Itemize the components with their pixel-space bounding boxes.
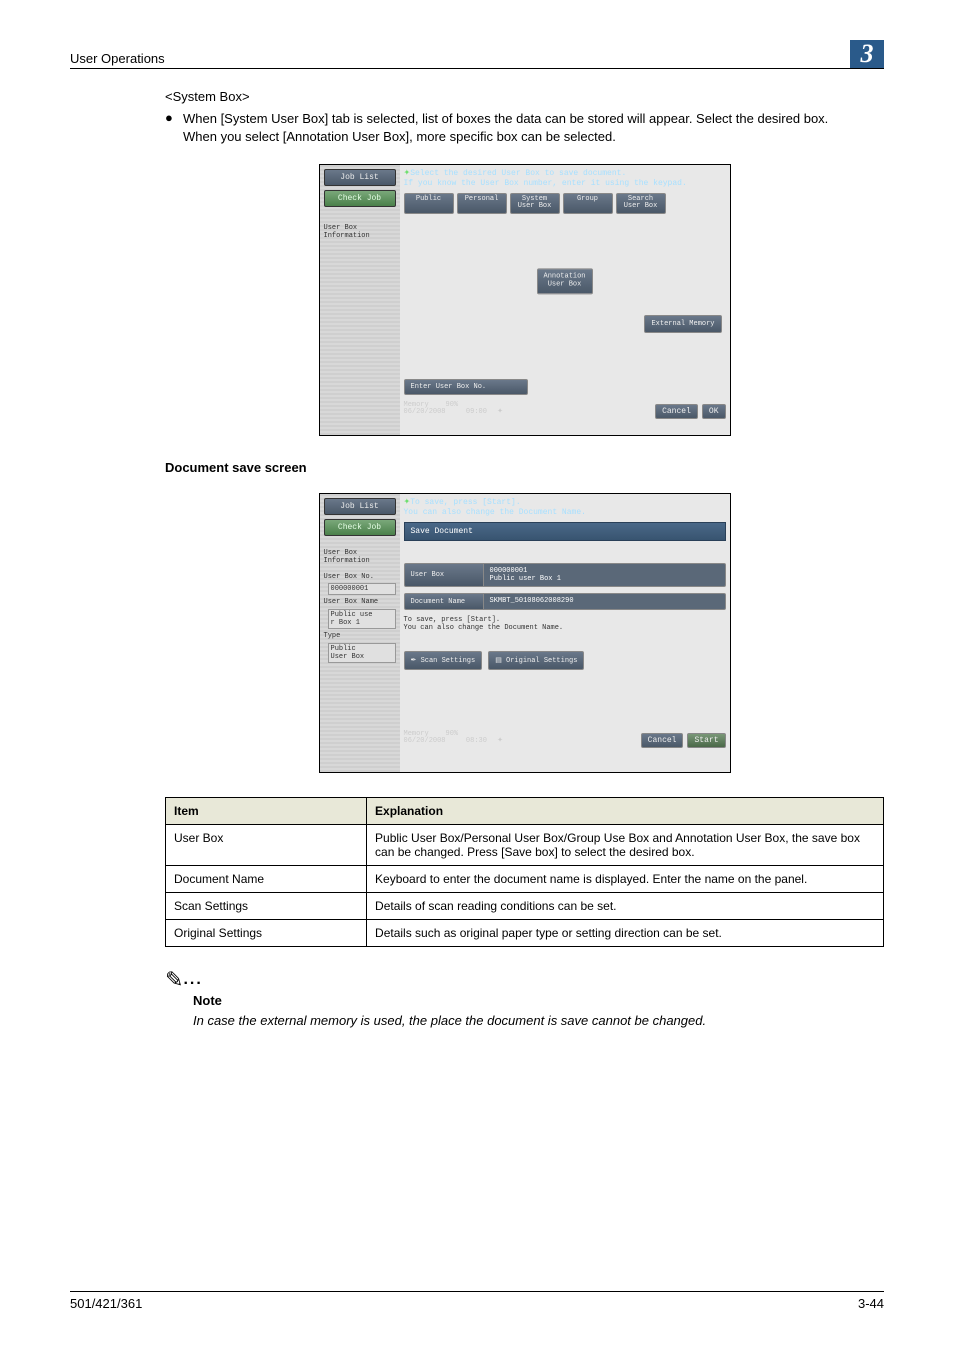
enter-user-box-no-button[interactable]: Enter User Box No. bbox=[404, 379, 528, 395]
tab-public[interactable]: Public bbox=[404, 193, 454, 214]
external-memory-button[interactable]: External Memory bbox=[644, 315, 721, 333]
memory-label: Memory 90% bbox=[404, 401, 459, 409]
chapter-number: 3 bbox=[850, 40, 884, 68]
table-row: Scan Settings Details of scan reading co… bbox=[166, 893, 884, 920]
document-name-field-value: SKMBT_50108062008290 bbox=[484, 593, 726, 609]
check-job-button[interactable]: Check Job bbox=[324, 190, 396, 207]
tab-personal[interactable]: Personal bbox=[457, 193, 507, 214]
user-box-name-label: User Box Name bbox=[324, 599, 396, 607]
user-box-info-label: User Box Information bbox=[324, 550, 396, 565]
job-list-button[interactable]: Job List bbox=[324, 498, 396, 515]
ok-button[interactable]: OK bbox=[702, 404, 726, 419]
annotation-user-box-button[interactable]: Annotation User Box bbox=[536, 269, 592, 294]
note-label: Note bbox=[193, 993, 884, 1008]
note-icon: ✎ bbox=[165, 967, 183, 993]
type-value: Public User Box bbox=[328, 643, 396, 663]
memory-label: Memory 90% bbox=[404, 730, 459, 738]
cancel-button[interactable]: Cancel bbox=[641, 733, 684, 748]
document-save-screen-heading: Document save screen bbox=[165, 460, 884, 475]
original-settings-button[interactable]: ▤ Original Settings bbox=[488, 651, 584, 670]
save-document-bar: Save Document bbox=[404, 522, 726, 541]
screenshot-system-box: Job List Check Job User Box Information … bbox=[319, 164, 731, 436]
user-box-info-label: User Box Information bbox=[324, 225, 396, 240]
hint-text: ✦Select the desired User Box to save doc… bbox=[404, 169, 726, 188]
hint-text: ✦To save, press [Start].You can also cha… bbox=[404, 498, 726, 517]
running-head: User Operations bbox=[70, 51, 165, 66]
system-box-heading: <System Box> bbox=[165, 89, 884, 104]
table-row: Document Name Keyboard to enter the docu… bbox=[166, 866, 884, 893]
explanation-table: Item Explanation User Box Public User Bo… bbox=[165, 797, 884, 947]
job-list-button[interactable]: Job List bbox=[324, 169, 396, 186]
note-text: In case the external memory is used, the… bbox=[193, 1012, 884, 1030]
save-instructions: To save, press [Start]. You can also cha… bbox=[404, 616, 726, 633]
bullet-text-1-sub: When you select [Annotation User Box], m… bbox=[183, 128, 884, 146]
tab-system-user-box[interactable]: System User Box bbox=[510, 193, 560, 214]
screenshot-document-save: Job List Check Job User Box Information … bbox=[319, 493, 731, 773]
bullet-text-1: When [System User Box] tab is selected, … bbox=[183, 110, 884, 128]
document-name-field-label[interactable]: Document Name bbox=[404, 593, 484, 609]
table-row: Original Settings Details such as origin… bbox=[166, 920, 884, 947]
note-dots-icon: ... bbox=[183, 971, 202, 988]
type-label: Type bbox=[324, 633, 396, 641]
footer-right: 3-44 bbox=[858, 1296, 884, 1311]
user-box-name-value: Public use r Box 1 bbox=[328, 609, 396, 629]
check-job-button[interactable]: Check Job bbox=[324, 519, 396, 536]
table-row: User Box Public User Box/Personal User B… bbox=[166, 825, 884, 866]
footer-left: 501/421/361 bbox=[70, 1296, 142, 1311]
user-box-no-label: User Box No. bbox=[324, 574, 396, 582]
tab-search-user-box[interactable]: Search User Box bbox=[616, 193, 666, 214]
bullet-icon: ● bbox=[165, 110, 183, 125]
start-button[interactable]: Start bbox=[687, 733, 725, 748]
cancel-button[interactable]: Cancel bbox=[655, 404, 698, 419]
user-box-field-label[interactable]: User Box bbox=[404, 563, 484, 588]
table-header-explanation: Explanation bbox=[367, 798, 884, 825]
user-box-field-value: 000000001Public user Box 1 bbox=[484, 563, 726, 588]
tab-group[interactable]: Group bbox=[563, 193, 613, 214]
table-header-item: Item bbox=[166, 798, 367, 825]
scan-settings-button[interactable]: ✒ Scan Settings bbox=[404, 651, 483, 670]
user-box-no-value: 000000001 bbox=[328, 583, 396, 595]
